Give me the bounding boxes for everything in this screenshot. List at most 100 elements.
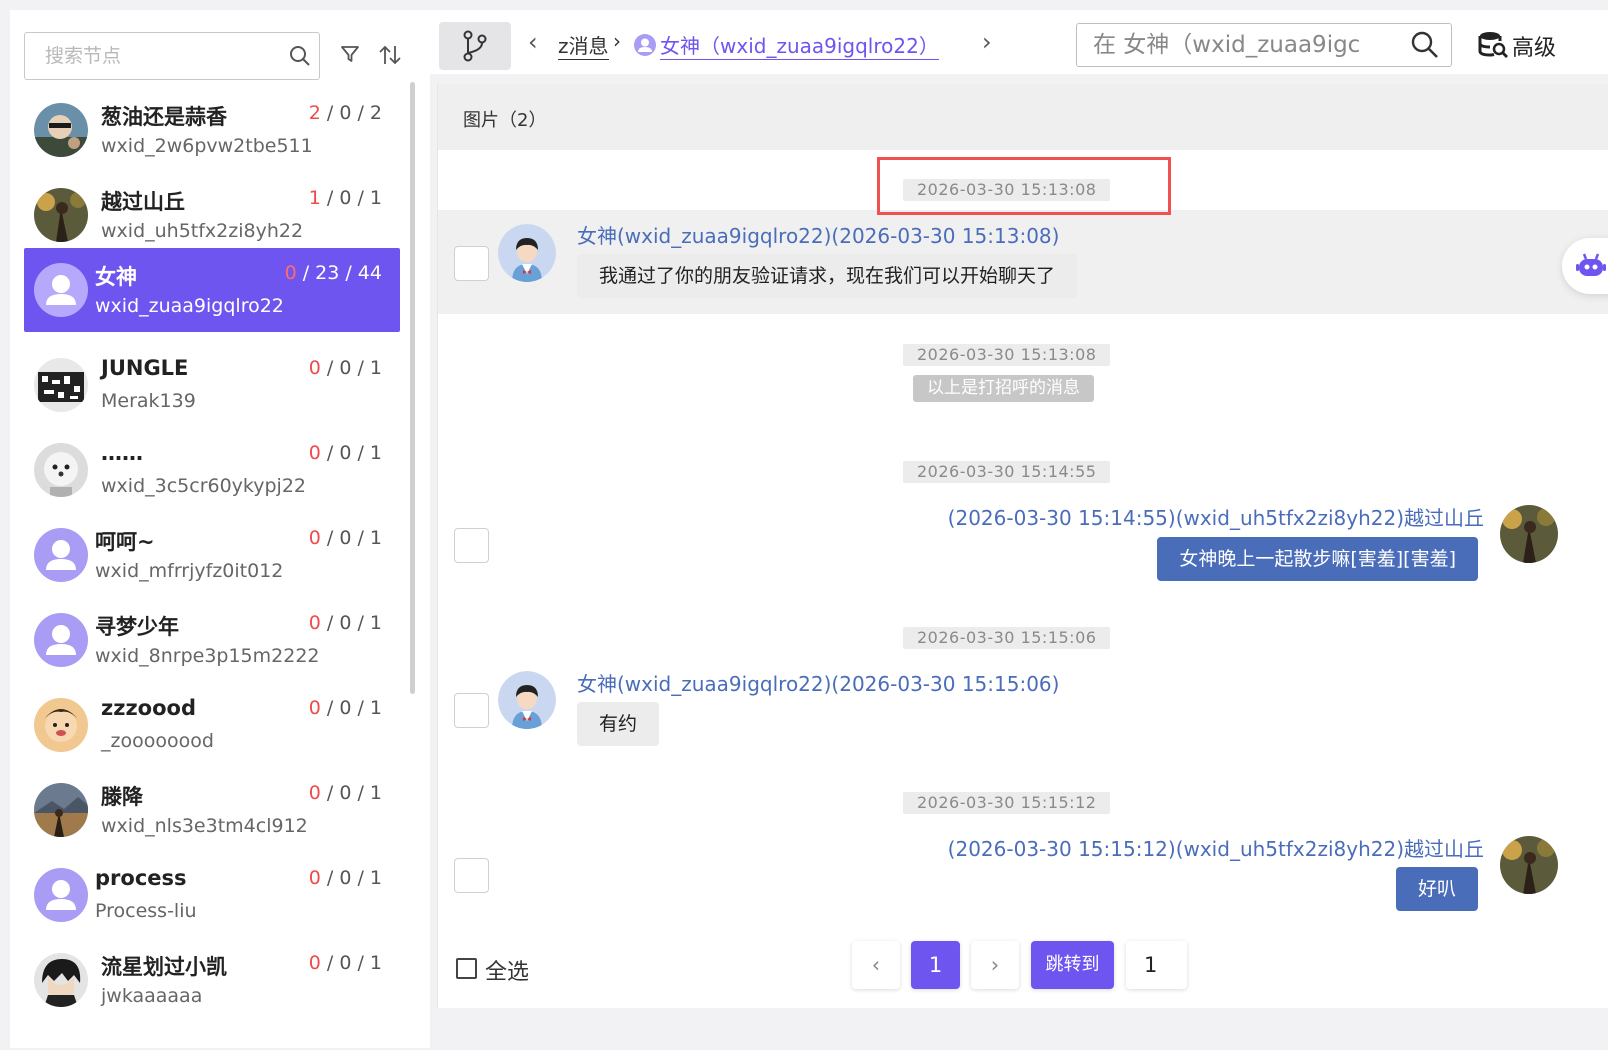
search-icon[interactable] — [289, 45, 311, 71]
contact-wxid: wxid_mfrrjyfz0it012 — [95, 560, 284, 582]
message-timestamp: 2026-03-30 15:14:55 — [903, 461, 1111, 483]
avatar — [34, 953, 88, 1007]
contact-name: …… — [101, 441, 143, 465]
default-avatar-icon — [634, 34, 656, 56]
contact-wxid: wxid_uh5tfx2zi8yh22 — [101, 220, 304, 242]
message-sender[interactable]: 女神(wxid_zuaa9igqlro22)(2026-03-30 15:15:… — [577, 668, 1059, 697]
forward-icon[interactable]: › — [982, 28, 992, 56]
contact-name: 滕降 — [101, 785, 143, 809]
message-counts: 0 / 0 / 1 — [308, 697, 382, 719]
avatar — [34, 443, 88, 497]
contact-item[interactable]: 滕降 0 / 0 / 1 wxid_nls3e3tm4cl912 — [24, 768, 400, 852]
message-checkbox[interactable] — [454, 858, 489, 893]
chat-search-box[interactable] — [1076, 23, 1452, 67]
contact-name: 女神 — [95, 265, 137, 289]
message-counts: 0 / 0 / 1 — [308, 442, 382, 464]
contact-item[interactable]: zzzoood 0 / 0 / 1 _zoooooood — [24, 683, 400, 767]
message-sender[interactable]: (2026-03-30 15:15:12)(wxid_uh5tfx2zi8yh2… — [948, 833, 1484, 862]
contact-wxid: Process-liu — [95, 900, 197, 922]
robot-icon — [1576, 253, 1606, 276]
message-timestamp: 2026-03-30 15:15:06 — [903, 627, 1111, 649]
prev-page-button[interactable]: ‹ — [852, 941, 900, 989]
message-bubble: 好叭 — [1395, 867, 1478, 911]
branch-button[interactable] — [439, 22, 511, 70]
avatar — [34, 783, 88, 837]
topbar: ‹ z消息 › 女神（wxid_zuaa9igqlro22） › 高级 — [430, 10, 1608, 74]
avatar — [34, 358, 88, 412]
message-checkbox[interactable] — [454, 528, 489, 563]
git-branch-icon — [463, 30, 487, 62]
avatar — [1500, 836, 1558, 894]
search-icon[interactable] — [1411, 31, 1439, 63]
contact-wxid: Merak139 — [101, 390, 196, 412]
message-bubble: 我通过了你的朋友验证请求，现在我们可以开始聊天了 — [577, 254, 1078, 298]
message-sender[interactable]: 女神(wxid_zuaa9igqlro22)(2026-03-30 15:13:… — [577, 220, 1059, 249]
contact-wxid: jwkaaaaaa — [101, 985, 203, 1007]
breadcrumb-separator: › — [613, 29, 621, 53]
message-type-header: 图片（2） — [438, 84, 1608, 150]
message-timestamp: 2026-03-30 15:13:08 — [903, 344, 1111, 366]
contact-item[interactable]: 流星划过小凯 0 / 0 / 1 jwkaaaaaa — [24, 938, 400, 1022]
message-bubble: 女神晚上一起散步嘛[害羞][害羞] — [1157, 537, 1478, 581]
greeting-system-tag: 以上是打招呼的消息 — [913, 375, 1094, 402]
contact-item[interactable]: JUNGLE 0 / 0 / 1 Merak139 — [24, 343, 400, 427]
page-number-button[interactable]: 1 — [911, 941, 960, 989]
contact-item[interactable]: 寻梦少年 0 / 0 / 1 wxid_8nrpe3p15m2222 — [24, 598, 400, 682]
avatar — [34, 103, 88, 157]
contact-item[interactable]: process 0 / 0 / 1 Process-liu — [24, 853, 400, 937]
contact-wxid: wxid_8nrpe3p15m2222 — [95, 645, 320, 667]
message-sender[interactable]: (2026-03-30 15:14:55)(wxid_uh5tfx2zi8yh2… — [948, 502, 1484, 531]
message-bubble: 有约 — [577, 702, 660, 746]
contact-wxid: wxid_2w6pvw2tbe511 — [101, 135, 313, 157]
message-counts: 0 / 0 / 1 — [308, 527, 382, 549]
highlight-box — [877, 157, 1171, 215]
message-checkbox[interactable] — [454, 246, 489, 281]
default-avatar-icon — [34, 868, 88, 922]
message-checkbox[interactable] — [454, 693, 489, 728]
avatar — [34, 188, 88, 242]
contact-item-active[interactable]: 女神 0 / 23 / 44 wxid_zuaa9igqlro22 — [24, 248, 400, 332]
filter-icon[interactable] — [340, 44, 360, 68]
jump-to-button[interactable]: 跳转到 — [1031, 941, 1114, 989]
message-counts: 1 / 0 / 1 — [308, 187, 382, 209]
back-icon[interactable]: ‹ — [528, 28, 538, 56]
contact-name: 流星划过小凯 — [101, 955, 227, 979]
user-avatar-icon — [498, 671, 556, 729]
message-counts: 0 / 0 / 1 — [308, 952, 382, 974]
contact-name: zzzoood — [101, 696, 196, 720]
breadcrumb-contact[interactable]: 女神（wxid_zuaa9igqlro22） — [660, 30, 939, 60]
default-avatar-icon — [34, 263, 88, 317]
contact-item[interactable]: 葱油还是蒜香 2 / 0 / 2 wxid_2w6pvw2tbe511 — [24, 88, 400, 172]
contact-item[interactable]: 呵呵~ 0 / 0 / 1 wxid_mfrrjyfz0it012 — [24, 513, 400, 597]
jump-page-input[interactable]: 1 — [1126, 941, 1187, 989]
user-avatar-icon — [498, 224, 556, 282]
message-counts: 0 / 0 / 1 — [308, 782, 382, 804]
sidebar: 葱油还是蒜香 2 / 0 / 2 wxid_2w6pvw2tbe511 越过山丘… — [10, 10, 430, 1048]
contact-name: JUNGLE — [101, 356, 189, 380]
contact-wxid: wxid_nls3e3tm4cl912 — [101, 815, 308, 837]
avatar — [1500, 505, 1558, 563]
contact-item[interactable]: …… 0 / 0 / 1 wxid_3c5cr60ykypj22 — [24, 428, 400, 512]
node-search-input[interactable] — [45, 42, 275, 70]
breadcrumb-messages[interactable]: z消息 — [558, 30, 609, 60]
contact-name: 葱油还是蒜香 — [101, 105, 227, 129]
sort-icon[interactable] — [378, 44, 402, 70]
contact-name: 寻梦少年 — [95, 615, 179, 639]
node-search-box[interactable] — [24, 32, 320, 80]
message-panel: 图片（2） 2026-03-30 15:13:08 女神(wxid_zuaa9i… — [437, 84, 1608, 1008]
contact-wxid: wxid_3c5cr60ykypj22 — [101, 475, 307, 497]
checkbox-icon[interactable] — [456, 958, 477, 979]
message-counts: 0 / 23 / 44 — [284, 262, 382, 284]
message-counts: 2 / 0 / 2 — [308, 102, 382, 124]
advanced-label: 高级 — [1512, 36, 1557, 61]
chat-search-input[interactable] — [1093, 30, 1393, 60]
contact-name: 越过山丘 — [101, 190, 185, 214]
contact-item[interactable]: 越过山丘 1 / 0 / 1 wxid_uh5tfx2zi8yh22 — [24, 173, 400, 257]
contact-wxid: _zoooooood — [101, 730, 214, 752]
contact-wxid: wxid_zuaa9igqlro22 — [95, 295, 284, 317]
next-page-button[interactable]: › — [971, 941, 1019, 989]
message-counts: 0 / 0 / 1 — [308, 357, 382, 379]
sidebar-scrollbar[interactable] — [410, 82, 415, 694]
contact-name: process — [95, 866, 187, 890]
contact-name: 呵呵~ — [95, 530, 155, 554]
